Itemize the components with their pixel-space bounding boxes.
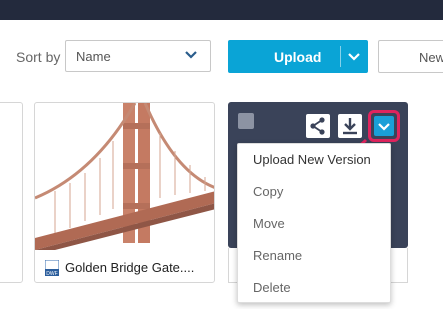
chevron-down-icon — [378, 123, 390, 131]
sort-select[interactable]: Name — [65, 40, 211, 72]
new-button-label: New — [419, 50, 443, 65]
upload-dropdown-chevron-icon[interactable] — [347, 50, 361, 64]
upload-button-label: Upload — [274, 49, 322, 65]
dwf-file-icon: DWF — [45, 260, 59, 276]
share-button[interactable] — [306, 114, 330, 138]
menu-item-upload-new-version[interactable]: Upload New Version — [253, 152, 371, 167]
menu-item-copy[interactable]: Copy — [253, 184, 283, 199]
download-icon — [343, 118, 357, 135]
more-actions-inner — [374, 116, 394, 136]
menu-item-rename[interactable]: Rename — [253, 248, 302, 263]
context-menu: Upload New Version Copy Move Rename Dele… — [237, 143, 391, 303]
menu-item-delete[interactable]: Delete — [253, 280, 291, 295]
svg-text:DWF: DWF — [46, 271, 57, 276]
share-icon — [310, 117, 325, 135]
upload-button[interactable]: Upload — [228, 40, 368, 73]
bridge-thumbnail — [35, 103, 214, 250]
top-bar — [0, 0, 443, 20]
new-button[interactable]: New — [378, 40, 443, 73]
file-card-partial[interactable] — [0, 102, 23, 283]
more-actions-button[interactable] — [368, 110, 400, 142]
menu-item-move[interactable]: Move — [253, 216, 285, 231]
select-checkbox[interactable] — [238, 113, 254, 129]
chevron-down-icon — [185, 51, 197, 59]
sort-by-label: Sort by — [16, 49, 61, 65]
upload-divider — [340, 46, 341, 67]
file-name: Golden Bridge Gate.... — [65, 260, 195, 275]
download-button[interactable] — [338, 114, 362, 138]
file-card[interactable]: DWF Golden Bridge Gate.... — [34, 102, 215, 283]
sort-select-value: Name — [76, 49, 111, 64]
